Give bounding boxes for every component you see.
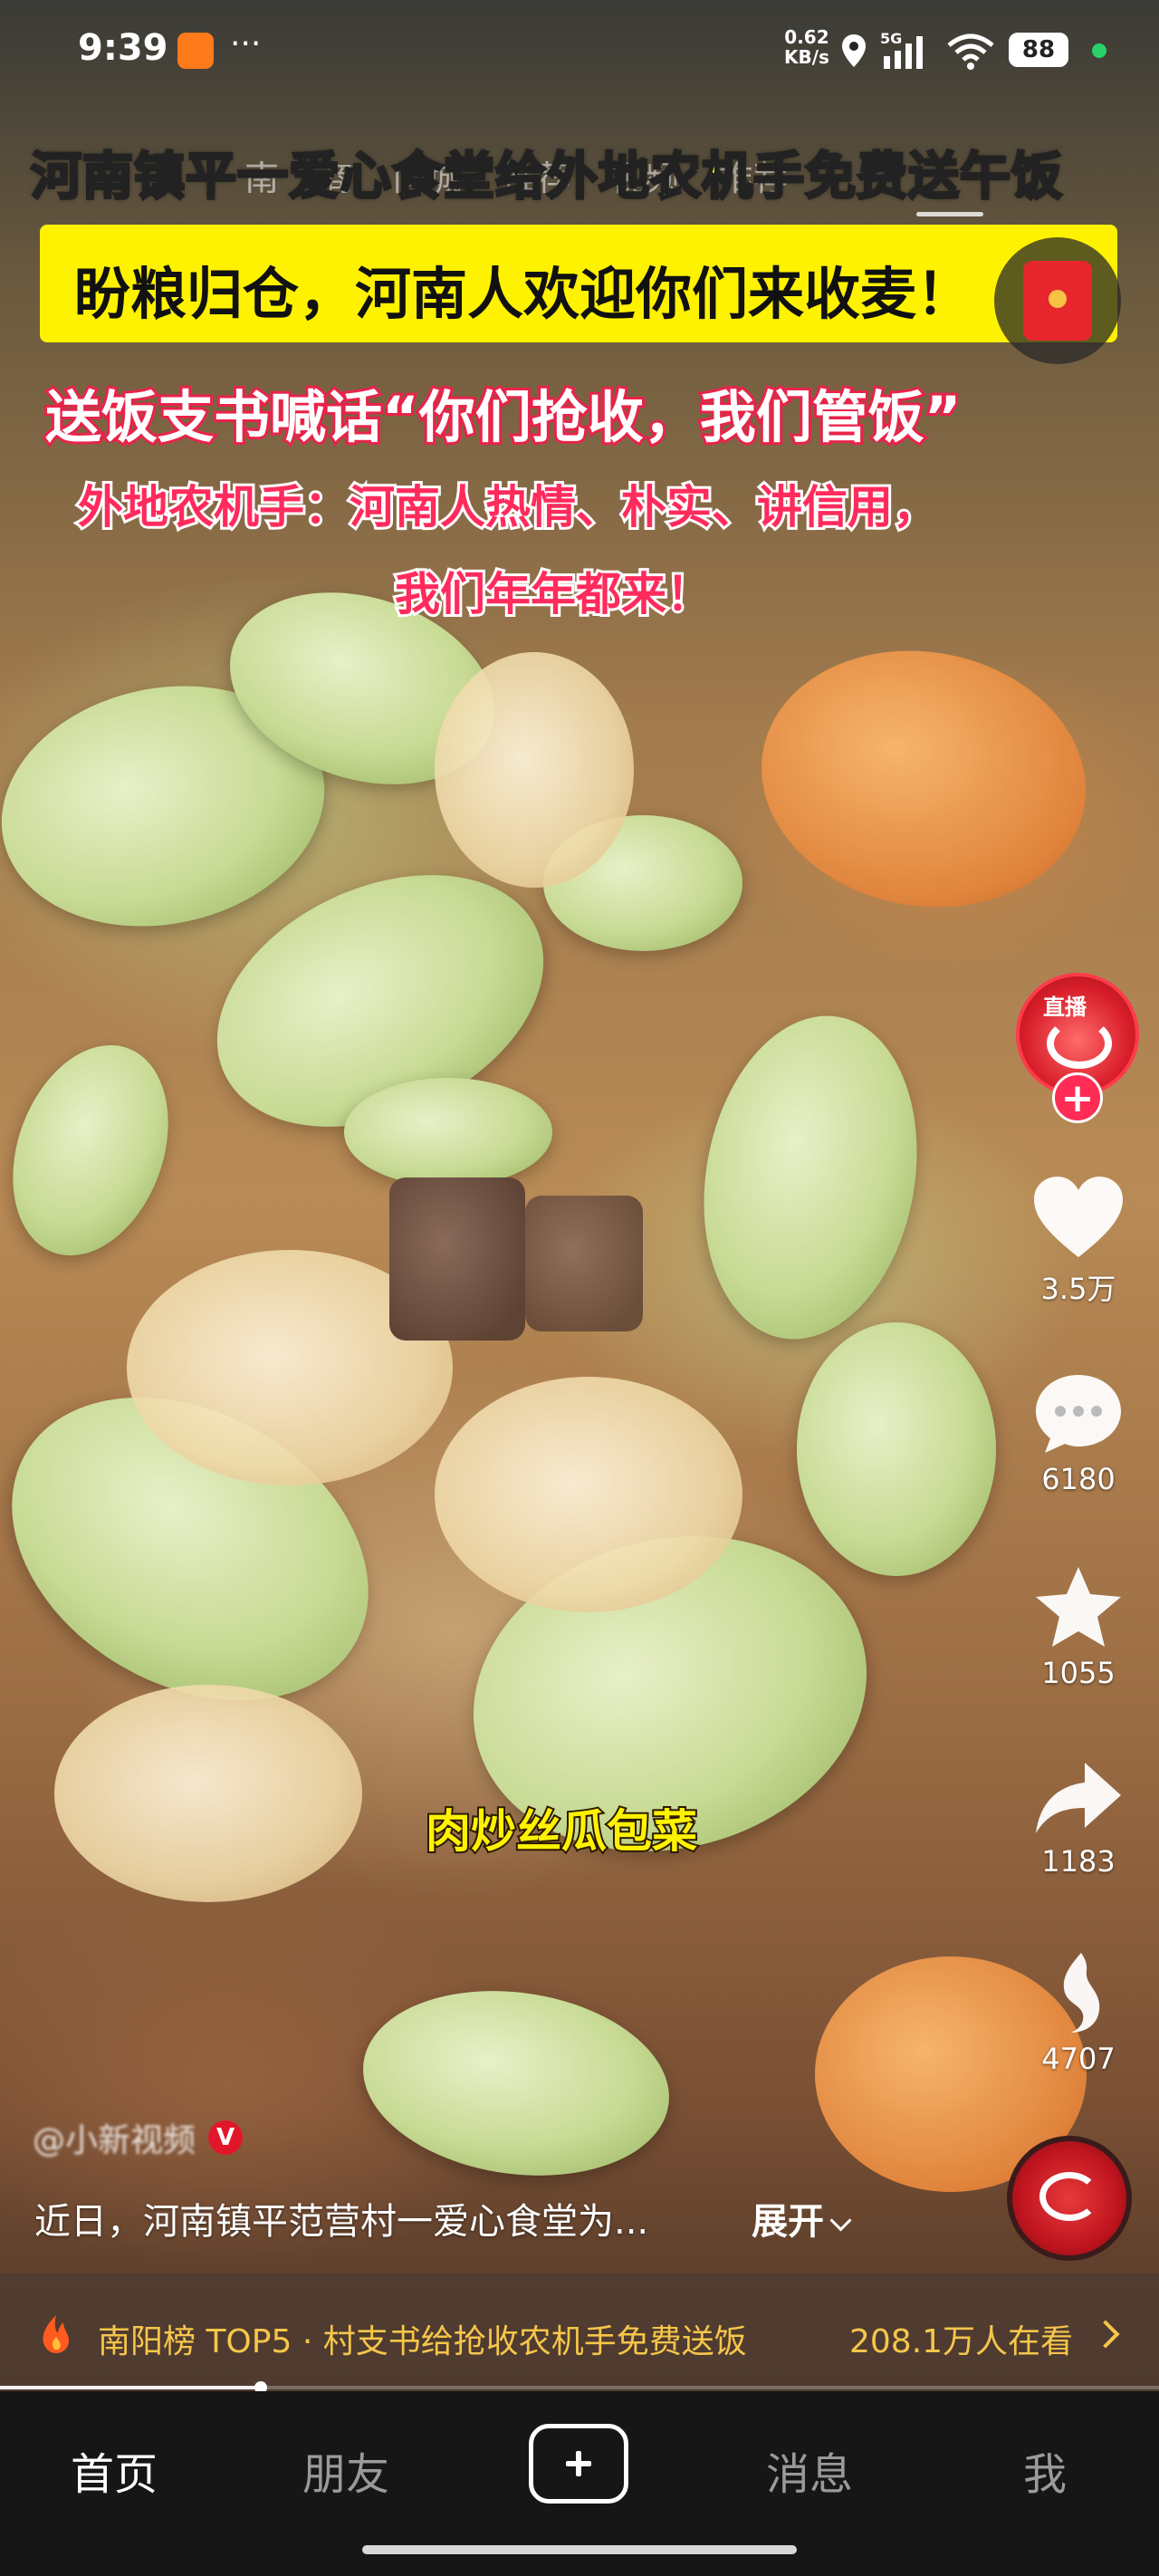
- nav-home[interactable]: 首页: [71, 2438, 158, 2502]
- follow-button[interactable]: +: [1052, 1072, 1103, 1123]
- video-food-zucchini: [0, 1023, 196, 1278]
- network-speed: 0.62 KB/s: [784, 27, 829, 67]
- caption-dish-name: 肉炒丝瓜包菜: [424, 1803, 699, 1860]
- network-speed-value: 0.62: [784, 26, 829, 48]
- video-food-zucchini: [797, 1322, 996, 1576]
- fire-icon: [43, 2315, 69, 2353]
- expand-label: 展开: [752, 2201, 824, 2243]
- caption-highlight-text: 盼粮归仓，河南人欢迎你们来收麦！: [74, 261, 973, 327]
- share-button[interactable]: 1183: [1021, 1757, 1135, 1879]
- nav-messages[interactable]: 消息: [766, 2438, 853, 2502]
- network-speed-unit: KB/s: [784, 46, 829, 68]
- share-count: 1183: [1041, 1844, 1116, 1879]
- network-type-label: 5G: [880, 30, 902, 47]
- like-count: 3.5万: [1040, 1272, 1116, 1306]
- battery-indicator: 88: [1009, 33, 1068, 67]
- hot-list-viewers: 208.1万人在看: [849, 2323, 1074, 2360]
- caption-quote: 送饭支书喊话“你们抢收，我们管饭”: [43, 381, 963, 453]
- caption-farmer-quote: 外地农机手：河南人热情、朴实、讲信用，: [75, 478, 941, 536]
- video-food-tomato: [741, 625, 1106, 933]
- taobao-notification-icon: [177, 33, 214, 69]
- video-food-meat: [389, 1177, 525, 1341]
- more-notifications-icon: ···: [230, 25, 262, 62]
- progress-fill: [0, 2386, 261, 2389]
- red-envelope-icon: [1023, 261, 1092, 341]
- live-label: 直播: [1043, 995, 1087, 1020]
- home-indicator[interactable]: [362, 2545, 797, 2554]
- nav-friends[interactable]: 朋友: [302, 2438, 389, 2502]
- status-bar: 9:39 ··· 0.62 KB/s 5G 88: [0, 0, 1159, 100]
- video-food-meat: [525, 1196, 643, 1331]
- chevron-right-icon: [1091, 2320, 1120, 2349]
- video-food-zucchini: [350, 1972, 682, 2195]
- avatar-logo-icon: [1047, 1018, 1112, 1069]
- share-arrow-icon: [1036, 1763, 1121, 1833]
- red-envelope-button[interactable]: [994, 237, 1121, 364]
- video-food-zucchini: [344, 1078, 552, 1187]
- music-disc-button[interactable]: [1007, 2136, 1132, 2261]
- wifi-icon: [947, 34, 994, 70]
- video-food-zucchini: [679, 998, 942, 1357]
- location-icon: [842, 34, 866, 67]
- expand-description-button[interactable]: 展开: [752, 2192, 852, 2244]
- recommend-button[interactable]: 4707: [1021, 1949, 1135, 2076]
- author-name[interactable]: @小新视频: [33, 2114, 196, 2161]
- video-food-cabbage: [435, 1377, 742, 1612]
- flame-icon: [1063, 1953, 1100, 2033]
- cellular-signal-icon: 5G: [880, 30, 923, 69]
- video-description[interactable]: 近日，河南镇平范营村一爱心食堂为...: [34, 2192, 648, 2244]
- star-icon: [1036, 1567, 1121, 1647]
- caption-title: 河南镇平一爱心食堂给外地农机手免费送午饭: [30, 147, 1064, 208]
- music-logo-icon: [1039, 2172, 1099, 2221]
- author-row[interactable]: @小新视频 V: [33, 2118, 244, 2159]
- caption-farmer-quote-cont: 我们年年都来！: [392, 565, 714, 623]
- like-button[interactable]: 3.5万: [1021, 1174, 1135, 1308]
- comment-icon: [1036, 1375, 1121, 1453]
- hot-list-title: 南阳榜 TOP5 · 村支书给抢收农机手免费送饭: [98, 2323, 747, 2360]
- bottom-navigation: 首页 朋友 消息 我: [0, 2391, 1159, 2576]
- video-progress-bar[interactable]: [0, 2381, 1159, 2394]
- comment-count: 6180: [1041, 1462, 1116, 1496]
- hot-list-banner[interactable]: 南阳榜 TOP5 · 村支书给抢收农机手免费送饭 208.1万人在看: [0, 2273, 1159, 2393]
- video-player[interactable]: [0, 0, 1159, 2391]
- privacy-indicator-dot: [1092, 43, 1106, 58]
- comment-button[interactable]: 6180: [1021, 1370, 1135, 1496]
- status-time: 9:39: [78, 27, 168, 69]
- nav-me[interactable]: 我: [1023, 2438, 1067, 2502]
- verified-badge-icon: V: [208, 2120, 244, 2155]
- active-tab-underline: [916, 212, 983, 216]
- heart-icon: [1034, 1177, 1123, 1257]
- create-post-plus-icon[interactable]: [529, 2424, 628, 2504]
- video-food-cabbage: [435, 652, 634, 888]
- recommend-count: 4707: [1041, 2042, 1116, 2076]
- favorite-count: 1055: [1041, 1656, 1116, 1690]
- chevron-down-icon: [829, 2209, 852, 2232]
- favorite-button[interactable]: 1055: [1021, 1563, 1135, 1690]
- video-food-cabbage: [54, 1685, 362, 1902]
